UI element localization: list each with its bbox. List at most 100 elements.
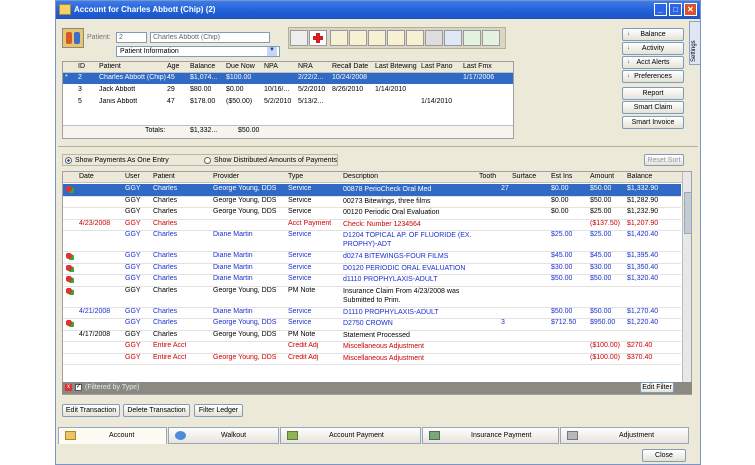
col-due-now[interactable]: Due Now bbox=[226, 63, 255, 70]
col-ledger-balance[interactable]: Balance bbox=[627, 173, 652, 180]
minimize-button[interactable]: _ bbox=[654, 3, 667, 16]
envelope-icon[interactable] bbox=[330, 30, 348, 46]
ledger-cell: Service bbox=[288, 307, 312, 315]
ledger-cell: Entire Acct bbox=[153, 342, 187, 349]
chevron-down-icon[interactable]: ▼ bbox=[267, 47, 277, 56]
tab-insurance-payment[interactable]: Insurance Payment bbox=[422, 427, 559, 444]
patient-id-field[interactable] bbox=[116, 32, 147, 43]
reset-sort-button[interactable]: Reset Sort bbox=[644, 154, 684, 166]
printer-icon[interactable] bbox=[444, 30, 462, 46]
patient-info-select[interactable]: Patient Information ▼ bbox=[116, 46, 280, 57]
totals-label: Totals: bbox=[145, 127, 166, 134]
broom-icon[interactable] bbox=[290, 30, 308, 46]
ledger-cell: Charles bbox=[153, 319, 178, 326]
account-window: Account for Charles Abbott (Chip) (2) _ … bbox=[55, 0, 701, 465]
tab-account[interactable]: Account bbox=[58, 427, 167, 444]
ledger-cell: GGY bbox=[125, 275, 141, 282]
ledger-cell: Service bbox=[288, 263, 312, 271]
edit-transaction-button[interactable]: Edit Transaction bbox=[62, 404, 120, 417]
col-date[interactable]: Date bbox=[79, 173, 94, 180]
tab-walkout[interactable]: Walkout bbox=[168, 427, 279, 444]
folder-icon[interactable] bbox=[349, 30, 367, 46]
col-last-fmx[interactable]: Last Fmx bbox=[463, 63, 492, 70]
delete-transaction-button[interactable]: Delete Transaction bbox=[123, 404, 190, 417]
medical-cross-icon[interactable] bbox=[309, 30, 327, 46]
col-type[interactable]: Type bbox=[288, 173, 303, 180]
copy-folder-icon[interactable] bbox=[368, 30, 386, 46]
ledger-row[interactable]: GGY Entire Acct George Young, DDS Credit Ad… bbox=[63, 353, 681, 365]
activity-button[interactable]: ↓ Activity bbox=[622, 42, 684, 55]
tooth-icon bbox=[66, 264, 74, 272]
col-last-bitewing[interactable]: Last Bitewing bbox=[375, 63, 417, 70]
col-surface[interactable]: Surface bbox=[512, 173, 536, 180]
family-icon[interactable] bbox=[62, 28, 84, 48]
col-patient[interactable]: Patient bbox=[99, 63, 121, 70]
transfer-icon[interactable] bbox=[463, 30, 481, 46]
col-description[interactable]: Description bbox=[343, 173, 378, 180]
notes-icon[interactable] bbox=[387, 30, 405, 46]
col-provider[interactable]: Provider bbox=[213, 173, 239, 180]
show-distributed-radio[interactable] bbox=[204, 157, 211, 164]
col-id[interactable]: ID bbox=[78, 63, 85, 70]
settings-side-tab[interactable]: Settings bbox=[689, 21, 700, 65]
filter-checkbox[interactable]: ✓ bbox=[75, 384, 82, 391]
ledger-cell: $1,420.40 bbox=[627, 231, 659, 238]
col-amount[interactable]: Amount bbox=[590, 173, 614, 180]
ledger-cell: Charles bbox=[153, 330, 178, 338]
show-one-entry-radio[interactable] bbox=[65, 157, 72, 164]
ledger-row[interactable]: GGY Charles George Young, DDS PM Note Insura… bbox=[63, 286, 681, 308]
ledger-cell: $1,320.40 bbox=[627, 275, 659, 282]
edit-filter-button[interactable]: Edit Filter bbox=[640, 382, 674, 393]
clear-filter-icon[interactable]: x bbox=[65, 384, 72, 391]
document-icon[interactable] bbox=[406, 30, 424, 46]
col-recall-date[interactable]: Recall Date bbox=[332, 63, 368, 70]
col-user[interactable]: User bbox=[125, 173, 140, 180]
col-last-pano[interactable]: Last Pano bbox=[421, 63, 453, 70]
ledger-cell: George Young, DDS bbox=[213, 286, 277, 294]
ledger-cell: Charles bbox=[153, 208, 178, 215]
acct-alerts-button[interactable]: ↓ Acct Alerts bbox=[622, 56, 684, 69]
ledger-scrollbar[interactable] bbox=[682, 172, 692, 394]
adjustment-icon bbox=[567, 431, 578, 440]
ledger-cell: ($100.00) bbox=[590, 342, 620, 349]
ledger-cell: Charles bbox=[153, 275, 178, 282]
filter-ledger-button[interactable]: Filter Ledger bbox=[194, 404, 243, 417]
preferences-button[interactable]: ↓ Preferences bbox=[622, 70, 684, 83]
tab-account-payment[interactable]: Account Payment bbox=[280, 427, 421, 444]
tab-adjustment[interactable]: Adjustment bbox=[560, 427, 689, 444]
col-patient[interactable]: Patient bbox=[153, 173, 175, 180]
family-row[interactable]: 5 Janis Abbott 47 $178.00 ($50.00) 5/2/2… bbox=[63, 97, 513, 108]
ledger-cell: GGY bbox=[125, 185, 141, 192]
col-npa[interactable]: NPA bbox=[264, 63, 278, 70]
patient-name-field[interactable] bbox=[150, 32, 270, 43]
close-window-button[interactable]: ✕ bbox=[684, 3, 697, 16]
ledger-cell: Acct Payment bbox=[288, 219, 332, 227]
col-est-ins[interactable]: Est Ins bbox=[551, 173, 572, 180]
balance-button[interactable]: ↓ Balance bbox=[622, 28, 684, 41]
maximize-button[interactable]: □ bbox=[669, 3, 682, 16]
family-row[interactable]: 3 Jack Abbott 29 $80.00 $0.00 10/16/... … bbox=[63, 85, 513, 96]
close-button[interactable]: Close bbox=[642, 449, 686, 462]
ledger-cell: $0.00 bbox=[551, 185, 569, 192]
report-button[interactable]: Report bbox=[622, 87, 684, 100]
col-nra[interactable]: NRA bbox=[298, 63, 313, 70]
col-balance[interactable]: Balance bbox=[190, 63, 215, 70]
smart-invoice-button[interactable]: Smart Invoice bbox=[622, 116, 684, 129]
ledger-cell: Charles bbox=[153, 196, 178, 204]
ledger-row[interactable]: GGY Charles Diane Martin Service D1204 TOPIC… bbox=[63, 230, 681, 252]
ledger-cell: ($100.00) bbox=[590, 353, 620, 361]
filter-bar: x ✓ (Filtered by Type) Edit Filter bbox=[62, 382, 692, 394]
ledger-cell: $45.00 bbox=[551, 252, 573, 259]
export-icon[interactable] bbox=[482, 30, 500, 46]
patient-label: Patient: bbox=[87, 34, 111, 41]
family-row[interactable]: * 2 Charles Abbott (Chip) 45 $1,074... $… bbox=[63, 73, 513, 84]
col-age[interactable]: Age bbox=[167, 63, 179, 70]
phone-icon[interactable] bbox=[425, 30, 443, 46]
ledger-cell: D0120 PERIODIC ORAL EVALUATION bbox=[343, 264, 466, 272]
scroll-thumb[interactable] bbox=[684, 192, 692, 234]
tooth-icon bbox=[66, 186, 74, 193]
col-tooth[interactable]: Tooth bbox=[479, 173, 496, 180]
ledger-cell: Statement Processed bbox=[343, 331, 410, 339]
ledger-cell: PM Note bbox=[288, 286, 316, 294]
smart-claim-button[interactable]: Smart Claim bbox=[622, 101, 684, 114]
